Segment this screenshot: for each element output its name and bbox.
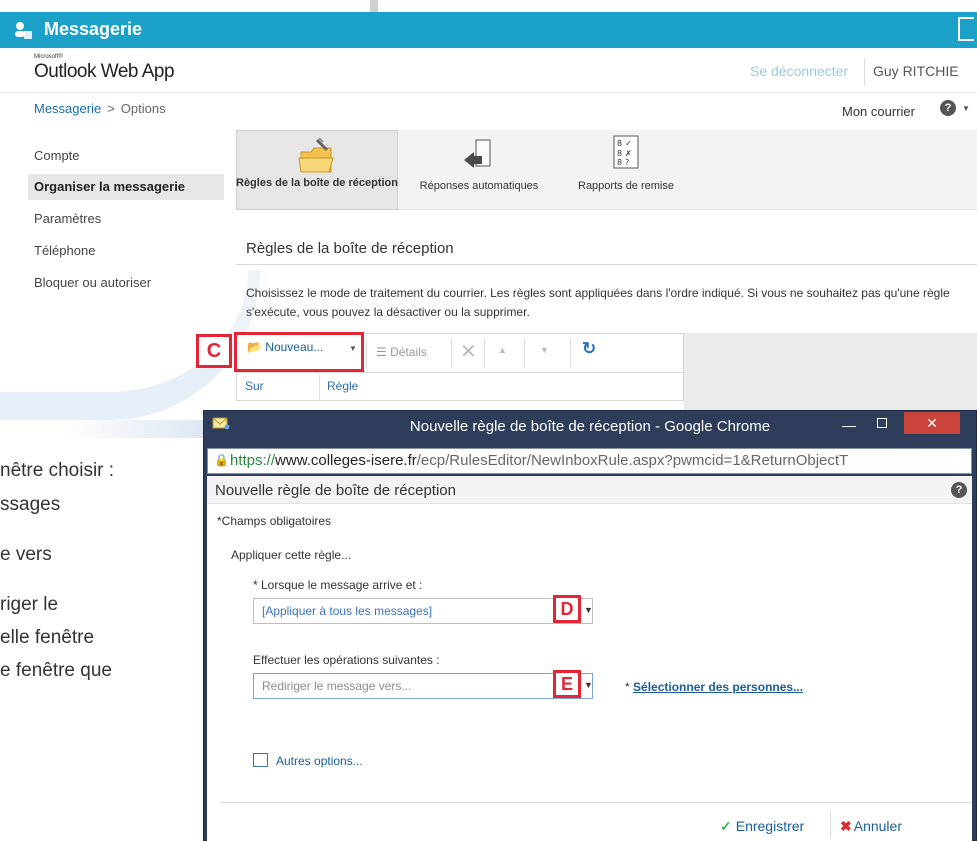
when-message-arrives-label: * Lorsque le message arrive et :: [253, 578, 423, 592]
select-people-link[interactable]: Sélectionner des personnes...: [633, 680, 803, 694]
callout-e: E: [553, 670, 581, 698]
details-label: Détails: [390, 345, 427, 359]
breadcrumb-root-link[interactable]: Messagerie: [34, 101, 101, 116]
callout-d: D: [553, 595, 581, 623]
rules-table-header: [236, 373, 684, 401]
header-divider: [864, 58, 865, 86]
column-divider: [319, 374, 320, 400]
column-header-sur[interactable]: Sur: [245, 379, 264, 393]
url-path: /ecp/RulesEditor/NewInboxRule.aspx?pwmci…: [416, 452, 849, 469]
toolbar-divider: [570, 338, 571, 368]
chevron-down-icon[interactable]: ▼: [584, 680, 593, 690]
list-icon: [253, 753, 268, 767]
breadcrumb-current: Options: [120, 101, 166, 116]
chevron-down-icon[interactable]: ▼: [584, 605, 593, 615]
action-dropdown-value[interactable]: Rediriger le message vers...: [262, 679, 411, 693]
footer-button-divider: [830, 812, 831, 838]
save-label: Enregistrer: [735, 818, 805, 834]
details-pane: [684, 333, 977, 415]
url-scheme: https://: [230, 452, 276, 469]
user-name[interactable]: Guy RITCHIE: [873, 63, 959, 79]
required-fields-note: *Champs obligatoires: [217, 514, 332, 528]
instruction-text-line: riger le: [0, 594, 59, 615]
breadcrumb: Messagerie > Options: [34, 101, 166, 116]
instruction-text-line: elle fenêtre: [0, 627, 95, 648]
instruction-text-line: e vers: [0, 544, 52, 565]
popup-heading: Nouvelle règle de boîte de réception: [215, 482, 456, 499]
details-icon: ☰: [376, 345, 387, 359]
toolbar-divider: [524, 338, 525, 368]
tab-auto-reply-label[interactable]: Réponses automatiques: [404, 180, 554, 192]
my-mail-link[interactable]: Mon courrier: [842, 104, 915, 119]
toolbar-divider: [366, 338, 367, 368]
microsoft-logo-text: Microsoft®: [34, 54, 63, 60]
instruction-text-line: ssages: [0, 494, 61, 515]
delivery-report-icon: 8 ✓ 8 ✗ 8 ?: [613, 135, 639, 169]
header-divider-line: [0, 92, 977, 93]
more-options-link[interactable]: Autres options...: [276, 754, 363, 768]
scrollbar-thumb[interactable]: [370, 0, 378, 12]
chevron-down-icon[interactable]: ▼: [962, 104, 970, 113]
section-divider: [236, 264, 977, 265]
svg-text:?: ?: [625, 158, 629, 167]
svg-text:8: 8: [617, 149, 622, 158]
nav-item-telephone[interactable]: Téléphone: [28, 238, 224, 264]
breadcrumb-separator: >: [107, 101, 115, 116]
app-title: Messagerie: [44, 19, 143, 39]
toolbar-divider: [484, 338, 485, 368]
auto-reply-icon: [464, 139, 491, 168]
signout-link[interactable]: Se déconnecter: [750, 63, 848, 79]
svg-text:8: 8: [617, 158, 622, 167]
move-up-icon[interactable]: ▲: [498, 345, 507, 355]
callout-c: C: [196, 334, 232, 368]
cancel-button[interactable]: ✖ Annuler: [840, 818, 902, 835]
app-top-bar: [0, 12, 977, 48]
close-icon[interactable]: ✕: [904, 412, 960, 434]
instruction-text-line: nêtre choisir :: [0, 460, 115, 481]
delete-icon[interactable]: ✕: [460, 339, 477, 364]
tab-delivery-report-label[interactable]: Rapports de remise: [566, 180, 686, 192]
checkmark-icon: ✓: [720, 818, 732, 834]
fullscreen-icon[interactable]: [958, 17, 974, 41]
move-down-icon[interactable]: ▼: [540, 345, 549, 355]
people-icon: [15, 22, 32, 39]
column-header-regle[interactable]: Règle: [327, 379, 358, 393]
section-description: Choisissez le mode de traitement du cour…: [246, 286, 950, 319]
apply-rule-label: Appliquer cette règle...: [231, 548, 352, 562]
save-button[interactable]: ✓ Enregistrer: [720, 818, 804, 835]
outlook-web-app-logo: Outlook Web App: [34, 61, 175, 82]
maximize-icon[interactable]: [877, 418, 887, 428]
footer-divider: [220, 802, 972, 803]
condition-dropdown-value[interactable]: [Appliquer à tous les messages]: [262, 604, 432, 618]
refresh-icon[interactable]: ↻: [582, 339, 596, 359]
inbox-rules-icon: [298, 137, 334, 173]
callout-c-highlight: [234, 332, 364, 372]
window-title: Nouvelle règle de boîte de réception - G…: [409, 418, 771, 435]
instruction-text-line: e fenêtre que: [0, 660, 112, 681]
url-host: www.colleges-isere.fr: [275, 452, 417, 469]
required-marker: *: [625, 680, 634, 694]
help-icon[interactable]: ?: [951, 482, 967, 498]
tab-inbox-rules-label: Règles de la boîte de réception: [236, 177, 398, 189]
lock-icon: 🔒: [214, 453, 229, 467]
svg-text:8: 8: [617, 139, 622, 148]
toolbar-divider: [451, 338, 452, 368]
details-button[interactable]: ☰ Détails: [376, 345, 427, 359]
nav-item-compte[interactable]: Compte: [28, 143, 224, 169]
svg-text:✗: ✗: [625, 149, 632, 158]
cancel-x-icon: ✖: [840, 818, 852, 834]
actions-label: Effectuer les opérations suivantes :: [253, 653, 440, 667]
minimize-icon[interactable]: —: [842, 417, 856, 433]
section-title: Règles de la boîte de réception: [246, 240, 454, 257]
help-icon[interactable]: ?: [940, 100, 956, 116]
svg-text:✓: ✓: [625, 139, 632, 148]
nav-item-organiser[interactable]: Organiser la messagerie: [28, 174, 224, 200]
select-people: * Sélectionner des personnes...: [625, 680, 803, 694]
nav-item-parametres[interactable]: Paramètres: [28, 206, 224, 232]
url-text[interactable]: https://www.colleges-isere.fr/ecp/RulesE…: [230, 452, 970, 469]
cancel-label: Annuler: [853, 818, 902, 834]
